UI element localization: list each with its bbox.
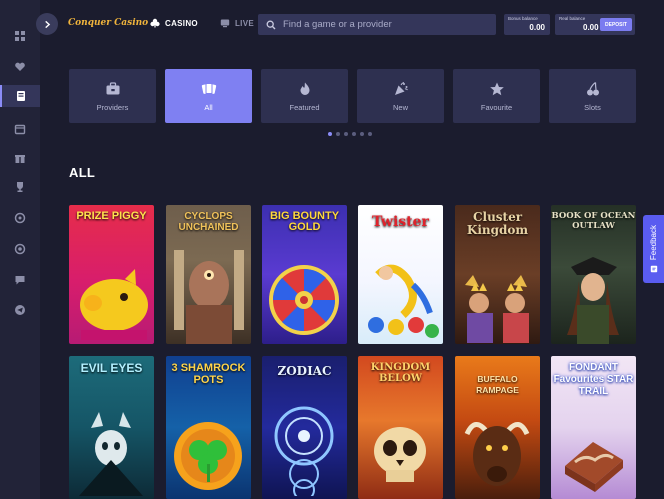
feedback-tab[interactable]: Feedback: [643, 215, 664, 283]
game-title: BIG BOUNTY GOLD: [269, 210, 340, 233]
bonus-balance: Bonus balance 0.00: [504, 14, 550, 35]
carousel-dot[interactable]: [344, 132, 348, 136]
category-slots[interactable]: Slots: [549, 69, 636, 123]
party-popper-icon: [394, 81, 408, 95]
game-tile-3-shamrock-pots[interactable]: 3 SHAMROCK POTS: [166, 356, 251, 499]
game-tile-zodiac[interactable]: ZODIAC: [262, 356, 347, 499]
game-tile-cyclops-unchained[interactable]: CYCLOPS UNCHAINED: [166, 205, 251, 344]
category-label: Favourite: [480, 102, 513, 112]
star-icon: [489, 82, 504, 95]
game-title: BUFFALO RAMPAGE: [476, 374, 519, 395]
carousel-dot[interactable]: [352, 132, 356, 136]
game-title: KINGDOM BELOW: [370, 362, 431, 384]
game-artwork: [80, 269, 148, 340]
feedback-icon: [650, 265, 657, 273]
brand-logo[interactable]: Conquer Casino: [68, 14, 148, 32]
game-tile-evil-eyes[interactable]: EVIL EYES: [69, 356, 154, 499]
cherry-icon: [586, 81, 599, 95]
category-label: Providers: [96, 102, 129, 112]
nav-live[interactable]: LIVE: [220, 18, 254, 28]
bonus-balance-label: Bonus balance: [508, 16, 538, 21]
carousel-dot[interactable]: [328, 132, 332, 136]
live-icon: [220, 19, 230, 28]
sidebar-help-icon[interactable]: [14, 243, 26, 255]
game-tile-kingdom-below[interactable]: KINGDOM BELOW: [358, 356, 443, 499]
nav-live-label: LIVE: [235, 18, 254, 28]
game-title: BOOK OF OCEAN OUTLAW: [551, 211, 636, 231]
feedback-label: Feedback: [649, 224, 658, 261]
carousel-dot[interactable]: [368, 132, 372, 136]
cards-icon: [201, 82, 216, 94]
game-title: EVIL EYES: [80, 361, 143, 375]
game-tile-twister[interactable]: Twister: [358, 205, 443, 344]
club-icon: [150, 18, 160, 28]
category-label: Slots: [584, 102, 601, 112]
category-favourite[interactable]: Favourite: [453, 69, 540, 123]
game-tile-prize-piggy[interactable]: PRIZE PIGGY: [69, 205, 154, 344]
search-input[interactable]: [283, 19, 483, 30]
search-icon: [266, 20, 276, 29]
category-all[interactable]: All: [165, 69, 252, 123]
nav-casino[interactable]: CASINO: [150, 18, 198, 28]
game-tile-big-bounty-gold[interactable]: BIG BOUNTY GOLD: [262, 205, 347, 344]
category-label: New: [392, 102, 408, 112]
brand-logo-text: Conquer Casino: [68, 18, 149, 28]
sidebar-chat-icon[interactable]: [14, 274, 26, 286]
game-title: ZODIAC: [277, 364, 332, 378]
search-bar[interactable]: [258, 14, 496, 35]
carousel-pagination: [328, 132, 372, 136]
real-balance-label: Real balance: [559, 16, 586, 21]
carousel-dot[interactable]: [360, 132, 364, 136]
game-tile-book-of-ocean-outlaw[interactable]: BOOK OF OCEAN OUTLAW: [551, 205, 636, 344]
sidebar-calendar-icon[interactable]: [14, 123, 26, 135]
section-title: ALL: [69, 165, 96, 180]
game-tile-cluster-kingdom[interactable]: Cluster Kingdom: [455, 205, 540, 344]
deposit-button[interactable]: DEPOSIT: [600, 18, 632, 31]
game-title: 3 SHAMROCK POTS: [171, 362, 246, 386]
sidebar-dashboard-icon[interactable]: [14, 30, 26, 42]
sidebar: [0, 0, 40, 499]
sidebar-trophy-icon[interactable]: [14, 181, 26, 193]
category-new[interactable]: New: [357, 69, 444, 123]
real-balance-value: 0.00: [583, 23, 599, 32]
sidebar-toggle-button[interactable]: [36, 13, 58, 35]
nav-casino-label: CASINO: [165, 18, 198, 28]
game-tile-buffalo-rampage[interactable]: BUFFALO RAMPAGE: [455, 356, 540, 499]
sidebar-settings-icon[interactable]: [14, 212, 26, 224]
sidebar-gift-icon[interactable]: [14, 152, 26, 164]
category-providers[interactable]: Providers: [69, 69, 156, 123]
category-featured[interactable]: Featured: [261, 69, 348, 123]
category-label: Featured: [289, 102, 320, 112]
game-title: Twister: [372, 214, 429, 230]
bonus-balance-value: 0.00: [529, 23, 545, 32]
game-title: FONDANT Favourites STAR TRAIL: [553, 362, 634, 397]
category-label: All: [204, 102, 213, 112]
real-balance: Real balance 0.00 DEPOSIT: [555, 14, 635, 35]
sidebar-heart-icon[interactable]: [14, 61, 26, 73]
sidebar-casino-icon[interactable]: [0, 85, 40, 107]
game-title: CYCLOPS UNCHAINED: [178, 211, 239, 233]
flame-icon: [300, 82, 309, 95]
game-artwork: [79, 412, 143, 496]
carousel-dot[interactable]: [336, 132, 340, 136]
game-title: PRIZE PIGGY: [76, 210, 147, 222]
game-tile-fondant-favourites[interactable]: FONDANT Favourites STAR TRAIL: [551, 356, 636, 499]
chevron-right-icon: [44, 20, 50, 28]
game-title: Cluster Kingdom: [466, 210, 529, 237]
briefcase-icon: [106, 81, 119, 94]
sidebar-send-icon[interactable]: [14, 304, 26, 316]
